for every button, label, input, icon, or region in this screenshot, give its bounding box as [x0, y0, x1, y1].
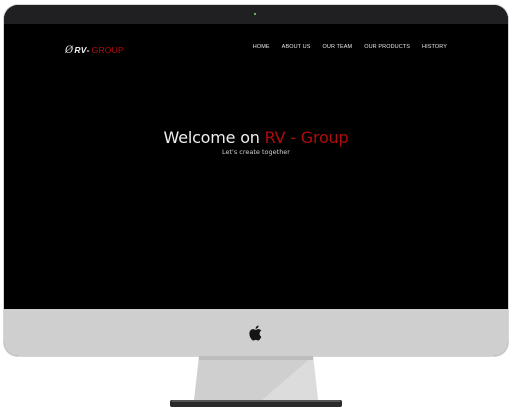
imac-mockup: Ø RV - GROUP HOME ABOUT US OUR TEAM OUR …	[0, 0, 512, 411]
monitor-stand	[170, 356, 342, 407]
